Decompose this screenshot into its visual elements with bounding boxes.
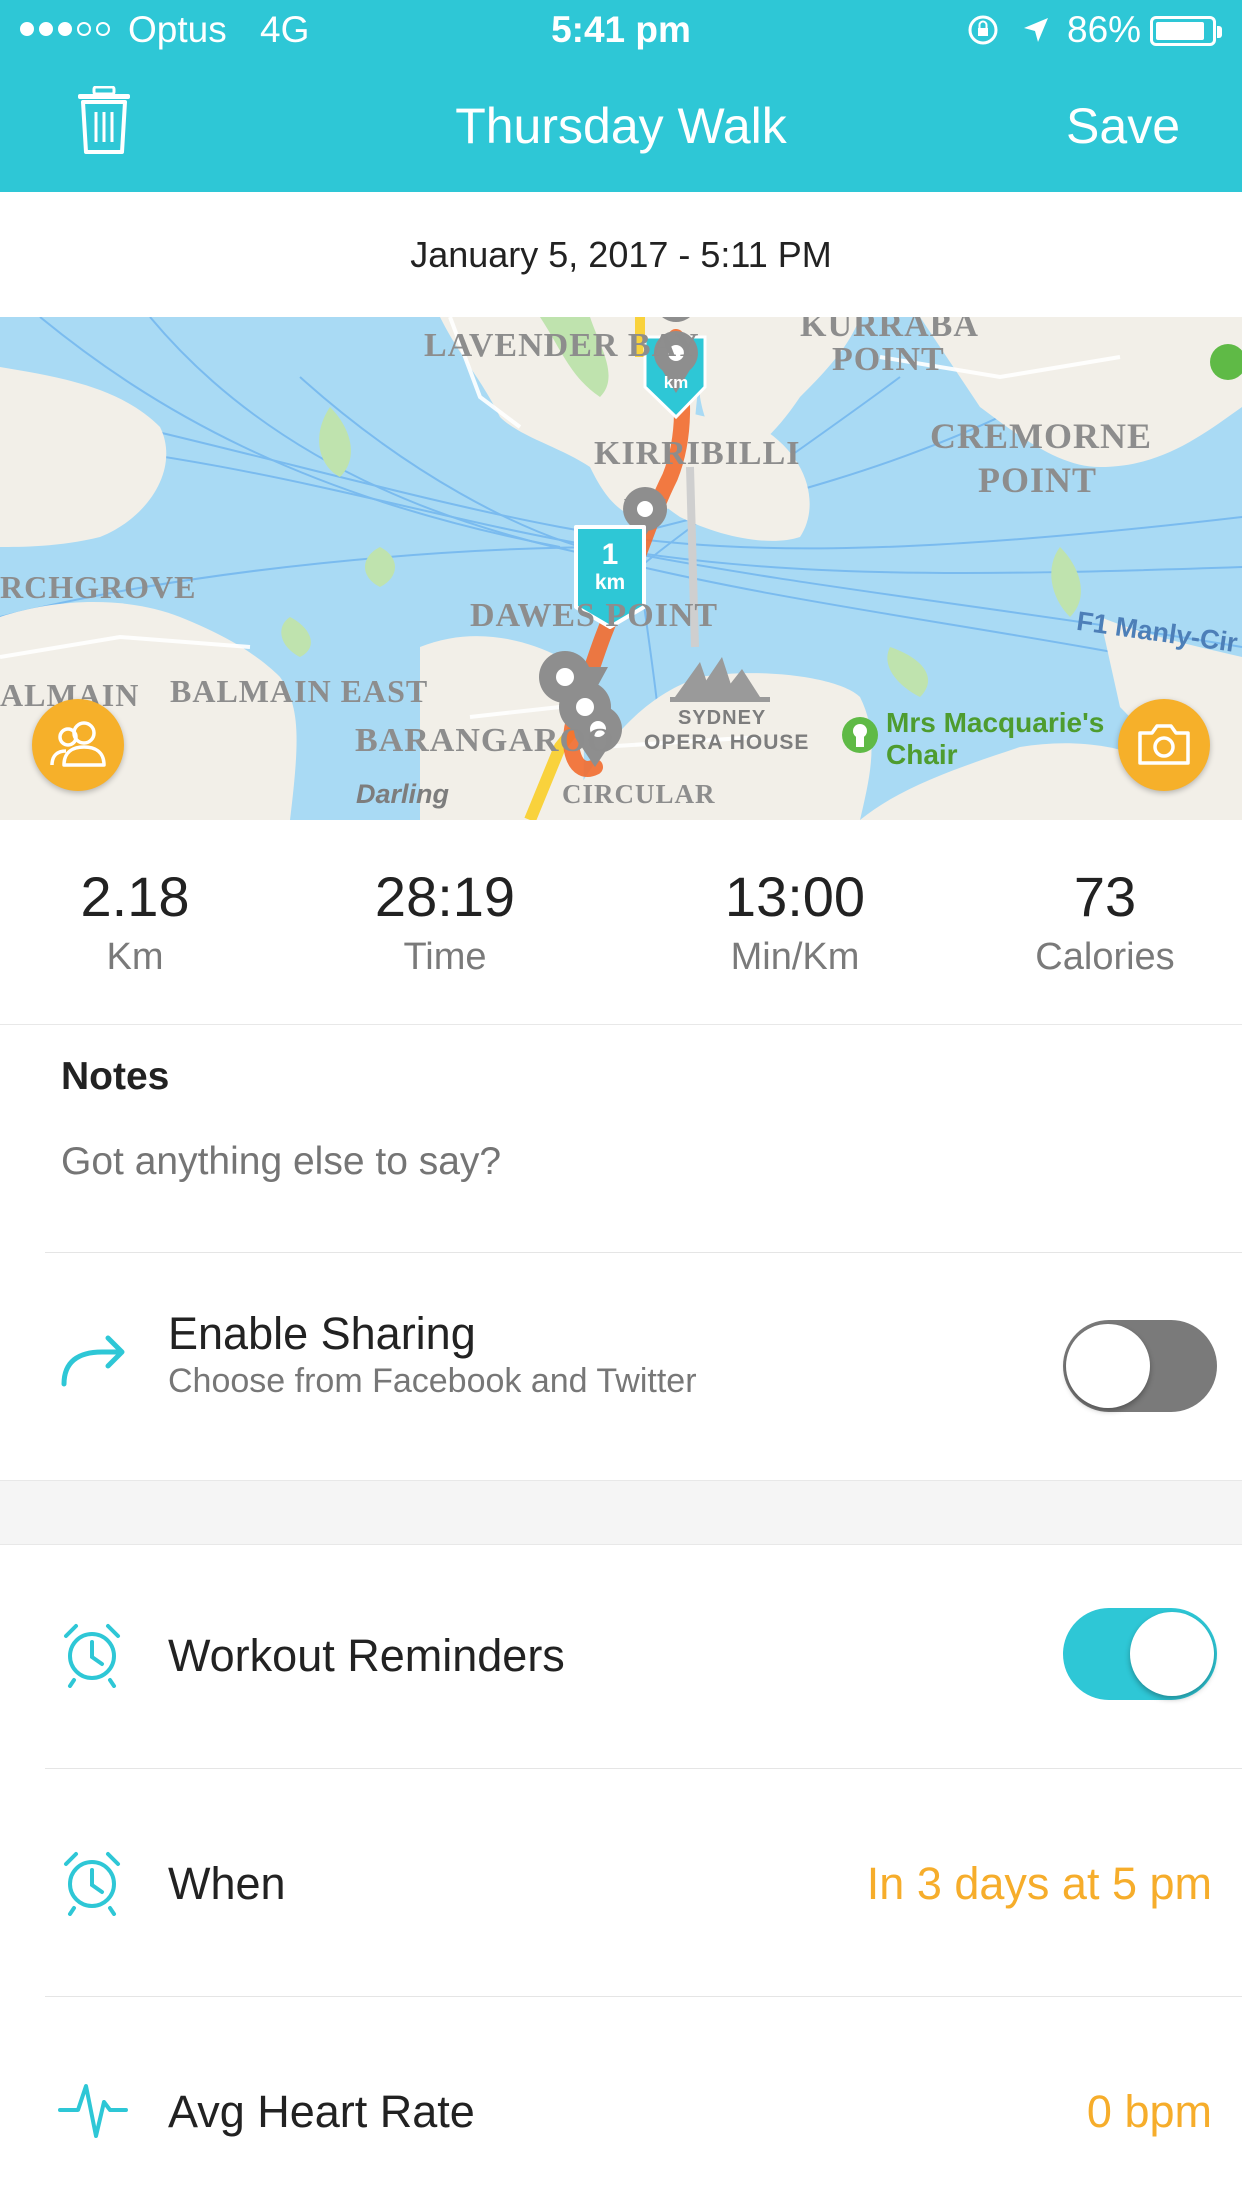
map-label-birchgrove: RCHGROVE xyxy=(0,569,197,605)
stat-time-label: Time xyxy=(403,936,487,978)
sharing-toggle[interactable] xyxy=(1063,1320,1217,1412)
stat-calories: 73 Calories xyxy=(975,864,1235,980)
stat-distance: 2.18 Km xyxy=(5,864,265,980)
workout-datetime: January 5, 2017 - 5:11 PM xyxy=(0,192,1242,317)
sharing-subtitle: Choose from Facebook and Twitter xyxy=(168,1362,697,1400)
share-arrow-icon xyxy=(61,1335,125,1387)
map-label-opera-house-2: OPERA HOUSE xyxy=(644,731,810,754)
km-marker-unit: km xyxy=(594,571,626,594)
stat-pace-label: Min/Km xyxy=(730,936,860,978)
stat-time-value: 28:19 xyxy=(374,865,516,928)
alarm-clock-icon xyxy=(64,1624,120,1688)
map-label-opera-house-1: SYDNEY xyxy=(678,707,767,729)
map-label-darling-harbour: Darling xyxy=(356,779,450,809)
map-label-kurraba-point: POINT xyxy=(832,341,945,378)
camera-button[interactable] xyxy=(1118,699,1210,791)
battery-icon xyxy=(1150,16,1222,46)
sharing-title: Enable Sharing xyxy=(168,1308,476,1359)
notes-label: Notes xyxy=(61,1055,170,1098)
workout-title[interactable]: Thursday Walk xyxy=(0,96,1242,156)
when-value[interactable]: In 3 days at 5 pm xyxy=(867,1858,1212,1910)
map-label-balmain-east: BALMAIN EAST xyxy=(170,673,429,709)
route-map[interactable]: LAVENDER BAY KURRABA POINT CREMORNE POIN… xyxy=(0,317,1242,820)
map-label-barangaroo: BARANGAROO xyxy=(355,722,615,759)
nav-bar: Thursday Walk Save xyxy=(0,60,1242,192)
map-label-kirribilli: KIRRIBILLI xyxy=(594,435,801,472)
location-arrow-icon xyxy=(1024,18,1048,42)
stat-time: 28:19 Time xyxy=(315,864,575,980)
status-time: 5:41 pm xyxy=(551,9,691,50)
heart-rate-value: 0 bpm xyxy=(1086,2086,1212,2137)
map-label-mrs-macquaries: Mrs Macquarie's xyxy=(886,707,1105,738)
battery-percent: 86% xyxy=(1067,9,1142,50)
map-label-dawes-point: DAWES POINT xyxy=(470,597,719,634)
heart-rate-pulse-icon xyxy=(58,2084,128,2138)
map-label-circular-quay: CIRCULAR xyxy=(562,779,716,809)
when-title: When xyxy=(168,1858,286,1909)
friends-button[interactable] xyxy=(32,699,124,791)
km-marker-number: 1 xyxy=(601,538,619,571)
workout-stats: 2.18 Km 28:19 Time 13:00 Min/Km 73 Calor… xyxy=(0,820,1242,1025)
status-bar: Optus 4G 5:41 pm 86% xyxy=(0,0,1242,60)
friends-icon xyxy=(50,721,106,767)
stat-distance-label: Km xyxy=(106,936,164,978)
camera-icon xyxy=(1138,724,1190,765)
save-button[interactable]: Save xyxy=(1066,96,1180,156)
stat-distance-value: 2.18 xyxy=(80,865,190,928)
stat-pace: 13:00 Min/Km xyxy=(665,864,925,980)
reminders-title: Workout Reminders xyxy=(168,1630,565,1681)
km-marker-top-unit: km xyxy=(663,373,689,392)
alarm-clock-icon xyxy=(64,1852,120,1916)
workout-datetime-text: January 5, 2017 - 5:11 PM xyxy=(410,233,832,275)
map-label-lavender-bay: LAVENDER BAY xyxy=(424,327,700,364)
stat-pace-value: 13:00 xyxy=(724,865,866,928)
notes-input[interactable] xyxy=(61,1140,1161,1184)
section-separator xyxy=(0,1480,1242,1545)
divider xyxy=(45,1996,1242,1997)
reminders-toggle[interactable] xyxy=(1063,1608,1217,1700)
map-label-cremorne: CREMORNE xyxy=(930,416,1152,456)
map-label-cremorne-point: POINT xyxy=(978,460,1098,500)
stat-calories-label: Calories xyxy=(1035,936,1175,978)
orientation-lock-icon xyxy=(968,15,998,45)
stat-calories-value: 73 xyxy=(1073,865,1137,928)
divider xyxy=(45,1252,1242,1253)
heart-rate-title: Avg Heart Rate xyxy=(168,2086,475,2137)
map-label-mrs-macquaries-chair: Chair xyxy=(886,739,958,770)
